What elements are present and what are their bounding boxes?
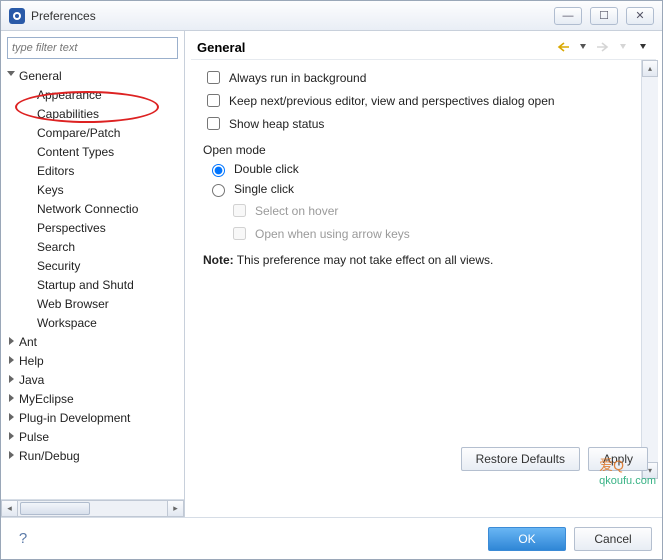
horizontal-scrollbar[interactable]: ◂ ▸ bbox=[1, 499, 184, 517]
view-menu-icon[interactable] bbox=[634, 39, 652, 55]
keep-next-previous-label: Keep next/previous editor, view and pers… bbox=[229, 94, 555, 108]
help-button[interactable]: ? bbox=[11, 527, 35, 551]
app-icon bbox=[9, 8, 25, 24]
close-button[interactable]: ✕ bbox=[626, 7, 654, 25]
tree-item[interactable]: Appearance bbox=[7, 86, 184, 105]
show-heap-status-label: Show heap status bbox=[229, 117, 324, 131]
tree-item[interactable]: Capabilities bbox=[7, 105, 184, 124]
single-click-label: Single click bbox=[234, 182, 294, 196]
open-arrow-keys-label: Open when using arrow keys bbox=[255, 227, 410, 241]
note-text: Note: This preference may not take effec… bbox=[203, 253, 644, 267]
select-on-hover-checkbox bbox=[233, 204, 246, 217]
open-mode-label: Open mode bbox=[203, 141, 644, 159]
tree-item[interactable]: Pulse bbox=[7, 428, 184, 447]
tree-item[interactable]: Network Connectio bbox=[7, 200, 184, 219]
always-run-background-label: Always run in background bbox=[229, 71, 366, 85]
vertical-scrollbar[interactable]: ▴ ▾ bbox=[641, 60, 658, 479]
back-icon[interactable] bbox=[554, 39, 572, 55]
double-click-radio[interactable] bbox=[212, 164, 225, 177]
maximize-button[interactable]: ☐ bbox=[590, 7, 618, 25]
scroll-right-icon[interactable]: ▸ bbox=[167, 500, 184, 517]
cancel-button[interactable]: Cancel bbox=[574, 527, 652, 551]
tree-item[interactable]: Plug-in Development bbox=[7, 409, 184, 428]
filter-input[interactable] bbox=[8, 38, 177, 58]
double-click-label: Double click bbox=[234, 162, 299, 176]
tree-item[interactable]: Web Browser bbox=[7, 295, 184, 314]
forward-menu-icon bbox=[614, 39, 632, 55]
category-tree: General AppearanceCapabilitiesCompare/Pa… bbox=[1, 65, 184, 499]
tree-item[interactable]: Compare/Patch bbox=[7, 124, 184, 143]
tree-item[interactable]: Content Types bbox=[7, 143, 184, 162]
forward-icon bbox=[594, 39, 612, 55]
panel-body: ▴ ▾ Always run in background Keep next/p… bbox=[191, 59, 656, 479]
scroll-thumb[interactable] bbox=[20, 502, 90, 515]
tree-item[interactable]: Workspace bbox=[7, 314, 184, 333]
titlebar: Preferences ― ☐ ✕ bbox=[1, 1, 662, 31]
filter-box bbox=[7, 37, 178, 59]
apply-button[interactable]: Apply bbox=[588, 447, 648, 471]
tree-item[interactable]: Keys bbox=[7, 181, 184, 200]
panel-title: General bbox=[197, 40, 554, 55]
tree-item[interactable]: Perspectives bbox=[7, 219, 184, 238]
tree-item[interactable]: MyEclipse bbox=[7, 390, 184, 409]
preferences-window: Preferences ― ☐ ✕ General AppearanceCapa… bbox=[0, 0, 663, 560]
single-click-radio[interactable] bbox=[212, 184, 225, 197]
minimize-button[interactable]: ― bbox=[554, 7, 582, 25]
scroll-up-icon[interactable]: ▴ bbox=[642, 60, 658, 77]
window-controls: ― ☐ ✕ bbox=[554, 7, 654, 25]
restore-defaults-button[interactable]: Restore Defaults bbox=[461, 447, 580, 471]
show-heap-status-checkbox[interactable] bbox=[207, 117, 220, 130]
tree-item[interactable]: Search bbox=[7, 238, 184, 257]
tree-label: General bbox=[19, 69, 62, 83]
open-arrow-keys-checkbox bbox=[233, 227, 246, 240]
tree-item[interactable]: Security bbox=[7, 257, 184, 276]
ok-button[interactable]: OK bbox=[488, 527, 566, 551]
select-on-hover-label: Select on hover bbox=[255, 204, 338, 218]
back-menu-icon[interactable] bbox=[574, 39, 592, 55]
open-mode-group: Open mode Double click Single click Sele… bbox=[203, 141, 644, 245]
tree-item[interactable]: Editors bbox=[7, 162, 184, 181]
always-run-background-checkbox[interactable] bbox=[207, 71, 220, 84]
dialog-footer: ? OK Cancel bbox=[1, 517, 662, 559]
tree-item[interactable]: Help bbox=[7, 352, 184, 371]
panel-header: General bbox=[185, 31, 662, 59]
keep-next-previous-checkbox[interactable] bbox=[207, 94, 220, 107]
page-buttons: Restore Defaults Apply bbox=[461, 447, 648, 471]
tree-item[interactable]: Java bbox=[7, 371, 184, 390]
settings-panel: General ▴ ▾ Always run in background Kee… bbox=[185, 31, 662, 517]
content-area: General AppearanceCapabilitiesCompare/Pa… bbox=[1, 31, 662, 517]
window-title: Preferences bbox=[31, 9, 554, 23]
tree-item[interactable]: Ant bbox=[7, 333, 184, 352]
scroll-track[interactable] bbox=[18, 500, 167, 517]
tree-item[interactable]: Run/Debug bbox=[7, 447, 184, 466]
scroll-left-icon[interactable]: ◂ bbox=[1, 500, 18, 517]
panel-toolbar bbox=[554, 39, 652, 55]
sidebar: General AppearanceCapabilitiesCompare/Pa… bbox=[1, 31, 185, 517]
tree-item[interactable]: Startup and Shutd bbox=[7, 276, 184, 295]
tree-item-general[interactable]: General bbox=[7, 67, 184, 86]
